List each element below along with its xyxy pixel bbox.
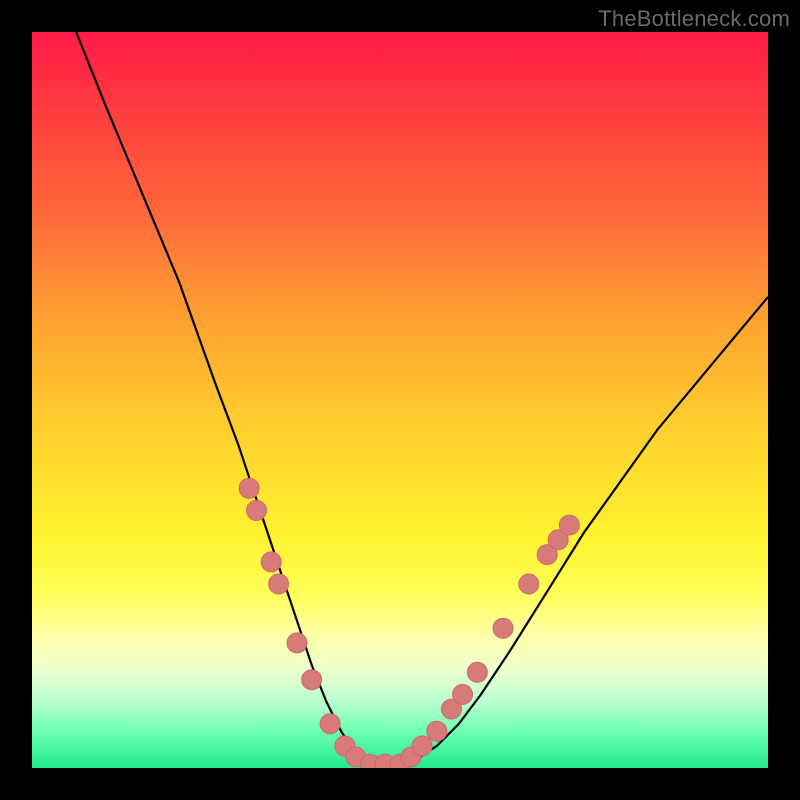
curve-dot [519, 574, 539, 594]
plot-area [32, 32, 768, 768]
curve-dot [453, 684, 473, 704]
curve-dot [302, 670, 322, 690]
curve-dot [247, 500, 267, 520]
curve-dot [412, 736, 432, 756]
curve-dot [467, 662, 487, 682]
curve-dot [427, 721, 447, 741]
chart-svg [32, 32, 768, 768]
curve-dot [320, 714, 340, 734]
chart-frame: TheBottleneck.com [0, 0, 800, 800]
curve-dot [269, 574, 289, 594]
bottleneck-curve [76, 32, 768, 768]
curve-dot [287, 633, 307, 653]
curve-dot [559, 515, 579, 535]
attribution-text: TheBottleneck.com [598, 6, 790, 32]
curve-dot [239, 478, 259, 498]
curve-dot [493, 618, 513, 638]
curve-dot [261, 552, 281, 572]
